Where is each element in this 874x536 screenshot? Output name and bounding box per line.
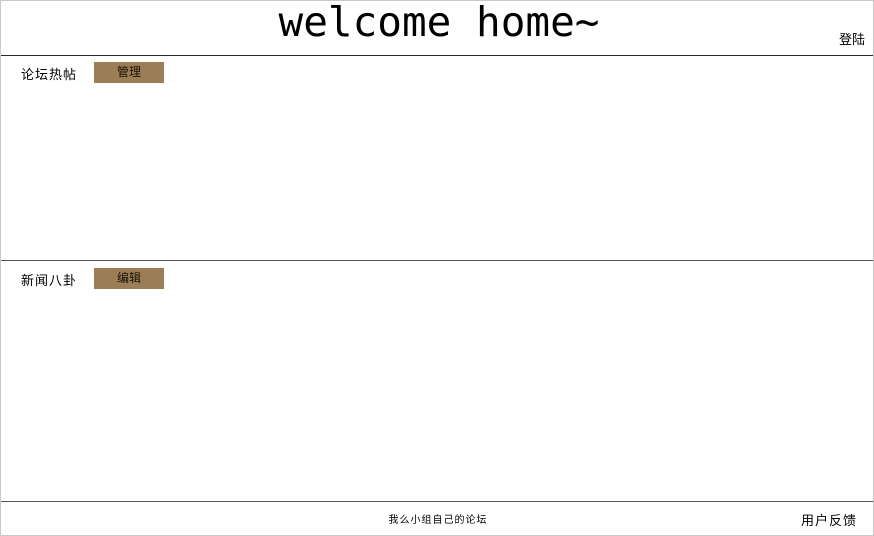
- edit-button-label: 编辑: [116, 271, 141, 285]
- login-link[interactable]: 登陆: [839, 29, 865, 48]
- news-gossip-label: 新闻八卦: [21, 274, 78, 289]
- site-title: welcome home~: [278, 0, 600, 46]
- feedback-link[interactable]: 用户反馈: [801, 510, 857, 529]
- manage-button-label: 管理: [116, 65, 141, 79]
- site-header: welcome home~ 登陆: [1, 0, 873, 56]
- hot-posts-section: 论坛热帖 管理: [1, 56, 873, 261]
- site-footer: 我么小组自己的论坛 用户反馈: [1, 502, 873, 535]
- edit-button[interactable]: 编辑: [94, 268, 164, 289]
- hot-posts-label: 论坛热帖: [21, 68, 78, 83]
- news-gossip-section: 新闻八卦 编辑: [1, 262, 873, 502]
- footer-text: 我么小组自己的论坛: [388, 515, 488, 526]
- manage-button[interactable]: 管理: [94, 62, 164, 83]
